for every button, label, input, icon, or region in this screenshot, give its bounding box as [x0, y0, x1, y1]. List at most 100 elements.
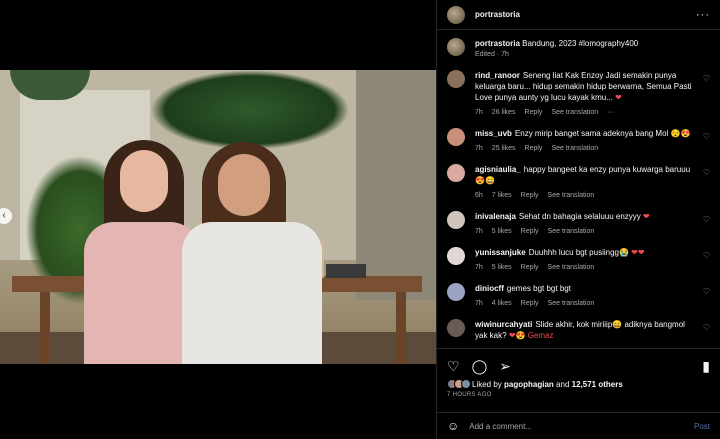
photo-wall-shadow	[356, 70, 436, 300]
bookmark-icon[interactable]: ▮	[702, 359, 710, 373]
photo-table-leg	[396, 292, 406, 364]
share-send-icon[interactable]: ➢	[499, 359, 511, 373]
like-heart-icon[interactable]: ♡	[447, 359, 460, 373]
see-translation-button[interactable]: See translation	[551, 107, 598, 118]
avatar[interactable]	[447, 5, 465, 24]
comment-time: 6h	[475, 192, 483, 199]
comment-like-icon[interactable]: ♡	[703, 287, 710, 296]
comment-like-icon[interactable]: ♡	[703, 168, 710, 177]
reply-button[interactable]: Reply	[525, 107, 543, 118]
photo-basket	[326, 264, 366, 278]
comment-meta: 7h 25 likes Reply See translation	[475, 143, 690, 154]
comment-line: yunissanjuke Duuhhh lucu bgt pusiingg😭 ❤❤	[475, 247, 645, 258]
likes-and: and	[556, 379, 570, 389]
commenter-avatar[interactable]	[447, 283, 465, 301]
commenter-avatar[interactable]	[447, 247, 465, 265]
comment-meta: 7h 26 likes Reply See translation ···	[475, 107, 694, 118]
comment-meta: 6h 7 likes Reply See translation	[475, 190, 694, 201]
comment-row: diniocff gemes bgt bgt bgt 7h 4 likes Reply…	[447, 283, 710, 309]
comment-like-icon[interactable]: ♡	[703, 215, 710, 224]
reply-button[interactable]: Reply	[521, 190, 539, 201]
comment-username[interactable]: diniocff	[475, 284, 504, 293]
comment-meta: 7h 4 likes Reply See translation	[475, 298, 594, 309]
photo-table-leg	[40, 292, 50, 364]
comment-username[interactable]: wiwinurcahyati	[475, 320, 532, 329]
see-translation-button[interactable]: See translation	[548, 226, 595, 237]
more-options-icon[interactable]: ···	[696, 9, 710, 21]
photo-person-right	[182, 142, 332, 364]
comment-emoji: ❤	[615, 93, 622, 102]
comment-like-icon[interactable]: ♡	[703, 323, 710, 332]
comment-row: yunissanjuke Duuhhh lucu bgt pusiingg😭 ❤❤…	[447, 247, 710, 273]
add-comment-bar: ☺ Post	[437, 412, 720, 439]
comment-body: wiwinurcahyati Slide akhir, kok miriiip😄 …	[475, 319, 694, 341]
see-translation-button[interactable]: See translation	[548, 262, 595, 273]
comment-body: inivalenaja Sehat dn bahagia selaluuu enz…	[475, 211, 650, 237]
comment-username[interactable]: yunissanjuke	[475, 248, 526, 257]
likes-user[interactable]: pagophagian	[504, 380, 554, 389]
post-sidebar: portrastoria ··· portrastoria Bandung, 2…	[436, 0, 720, 439]
comment-likes[interactable]: 5 likes	[492, 226, 512, 237]
comment-time: 7h	[475, 145, 483, 152]
caption-username[interactable]: portrastoria	[475, 39, 520, 48]
comment-meta: 7h 5 likes Reply See translation	[475, 226, 650, 237]
commenter-avatar[interactable]	[447, 319, 465, 337]
commenter-avatar[interactable]	[447, 211, 465, 229]
commenter-avatar[interactable]	[447, 70, 465, 88]
likes-count[interactable]: 12,571 others	[572, 380, 623, 389]
comment-likes[interactable]: 25 likes	[492, 143, 516, 154]
comment-likes[interactable]: 5 likes	[492, 262, 512, 273]
reply-button[interactable]: Reply	[521, 298, 539, 309]
caption-meta: Edited · 7h	[475, 51, 509, 58]
comment-emoji: 😍😄	[475, 176, 495, 185]
comment-line: miss_uvb Enzy mirip banget sama adeknya b…	[475, 128, 690, 139]
post-photo[interactable]	[0, 70, 436, 364]
reply-button[interactable]: Reply	[521, 226, 539, 237]
comment-row: agisniaulia_ happy bangeet ka enzy punya …	[447, 164, 710, 201]
caption-text: portrastoria Bandung, 2023 #lomography40…	[475, 38, 638, 49]
comment-emoji: ❤	[643, 212, 650, 221]
comment-likes[interactable]: 26 likes	[492, 107, 516, 118]
see-translation-button[interactable]: See translation	[548, 298, 595, 309]
comment-body: miss_uvb Enzy mirip banget sama adeknya b…	[475, 128, 690, 154]
comment-username[interactable]: agisniaulia_	[475, 165, 521, 174]
comment-more-icon[interactable]: ···	[607, 107, 614, 118]
post-username[interactable]: portrastoria	[475, 10, 520, 19]
comment-likes[interactable]: 7 likes	[492, 190, 512, 201]
comment-input[interactable]	[469, 421, 694, 431]
comment-emoji: ❤❤	[631, 248, 645, 257]
see-translation-button[interactable]: See translation	[548, 190, 595, 201]
comment-like-icon[interactable]: ♡	[703, 251, 710, 260]
comment-likes[interactable]: 4 likes	[492, 298, 512, 309]
reply-button[interactable]: Reply	[521, 262, 539, 273]
likes-summary: Liked by pagophagian and 12,571 others	[447, 379, 710, 389]
comment-emoji: 😯😍	[670, 129, 691, 138]
comment-like-icon[interactable]: ♡	[703, 74, 710, 83]
comment-time: 7h	[475, 264, 483, 271]
comment-like-icon[interactable]: ♡	[703, 132, 710, 141]
action-icons: ♡ ◯ ➢ ▮	[447, 349, 710, 383]
comment-username[interactable]: inivalenaja	[475, 212, 516, 221]
comment-text: Duuhhh lucu bgt pusiingg😭	[528, 248, 629, 257]
comment-row: inivalenaja Sehat dn bahagia selaluuu enz…	[447, 211, 710, 237]
caption-avatar[interactable]	[447, 38, 465, 56]
comment-line: diniocff gemes bgt bgt bgt	[475, 283, 594, 294]
emoji-icon[interactable]: ☺	[447, 419, 459, 433]
comment-body: diniocff gemes bgt bgt bgt 7h 4 likes Reply…	[475, 283, 594, 309]
see-translation-button[interactable]: See translation	[551, 143, 598, 154]
liker-avatar	[461, 379, 471, 389]
post-button[interactable]: Post	[694, 422, 710, 431]
comments-list[interactable]: portrastoria Bandung, 2023 #lomography40…	[437, 31, 720, 347]
reply-button[interactable]: Reply	[525, 143, 543, 154]
post-header: portrastoria ···	[437, 0, 720, 30]
comment-bubble-icon[interactable]: ◯	[472, 359, 488, 373]
comment-text: gemes bgt bgt bgt	[506, 284, 571, 293]
comment-username[interactable]: rind_ranoor	[475, 71, 520, 80]
comment-body: yunissanjuke Duuhhh lucu bgt pusiingg😭 ❤❤…	[475, 247, 645, 273]
comment-line: inivalenaja Sehat dn bahagia selaluuu enz…	[475, 211, 650, 222]
commenter-avatar[interactable]	[447, 164, 465, 182]
photo-plant-top	[150, 70, 350, 150]
comment-username[interactable]: miss_uvb	[475, 129, 512, 138]
comment-row: rind_ranoor Seneng liat Kak Enzoy Jadi se…	[447, 70, 710, 118]
commenter-avatar[interactable]	[447, 128, 465, 146]
